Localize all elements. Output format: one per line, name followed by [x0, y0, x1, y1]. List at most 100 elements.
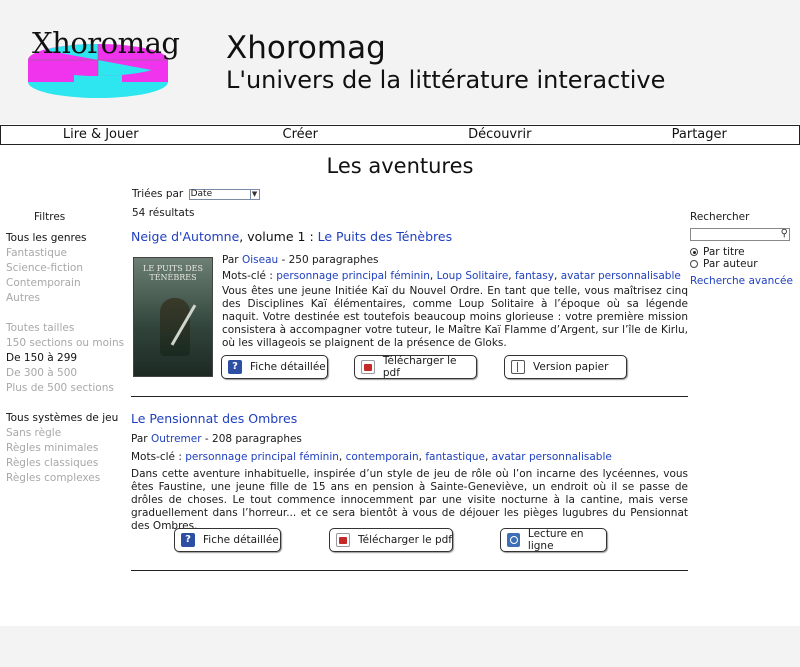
paragraph-count: - 250 paragraphes: [278, 254, 379, 266]
sort-control: Triées par Date ▼: [132, 188, 260, 200]
title-link[interactable]: Le Pensionnat des Ombres: [131, 411, 297, 426]
search-input[interactable]: ⚲: [690, 228, 790, 241]
nav-creer[interactable]: Créer: [201, 126, 401, 144]
result-divider: [131, 570, 688, 571]
search-title: Rechercher: [690, 211, 750, 223]
filter-system-classic[interactable]: Règles classiques: [6, 456, 118, 471]
filter-size-500-plus[interactable]: Plus de 500 sections: [6, 381, 124, 396]
cover-title: LE PUITS DES TÉNÈBRES: [143, 264, 203, 282]
by-label: Par: [222, 254, 242, 266]
pdf-icon: [336, 533, 350, 547]
author-line: Par Oiseau - 250 paragraphes: [222, 254, 379, 266]
filter-size-150-299[interactable]: De 150 à 299: [6, 351, 124, 366]
author-link[interactable]: Oiseau: [242, 254, 278, 266]
series-link[interactable]: Neige d'Automne: [131, 229, 239, 244]
book-cover[interactable]: LE PUITS DES TÉNÈBRES: [133, 257, 213, 377]
result-title: Neige d'Automne, volume 1 : Le Puits des…: [131, 229, 452, 244]
filter-size-300-500[interactable]: De 300 à 500: [6, 366, 124, 381]
info-icon: ?: [181, 533, 195, 547]
header: Xhoromag Xhoromag L'univers de la littér…: [0, 0, 800, 124]
filter-systems: Tous systèmes de jeu Sans règle Règles m…: [6, 411, 118, 486]
details-button-label: Fiche détaillée: [203, 534, 279, 546]
advanced-search-link[interactable]: Recherche avancée: [690, 275, 793, 287]
keyword-link[interactable]: fantastique: [425, 451, 485, 463]
filters-title: Filtres: [34, 211, 66, 223]
sort-selected-value: Date: [190, 188, 213, 199]
details-button[interactable]: ? Fiche détaillée: [174, 528, 281, 552]
page-title: Les aventures: [326, 154, 474, 178]
keyword-link[interactable]: Loup Solitaire: [437, 270, 509, 282]
book-icon: [511, 360, 525, 374]
search-icon[interactable]: ⚲: [781, 228, 788, 239]
info-icon: ?: [228, 360, 242, 374]
keywords-label: Mots-clé :: [131, 451, 186, 463]
filter-genres: Tous les genres Fantastique Science-fict…: [6, 231, 87, 306]
keywords-line: Mots-clé : personnage principal féminin,…: [222, 270, 681, 282]
nav-partager[interactable]: Partager: [600, 126, 800, 144]
paper-version-label: Version papier: [533, 361, 609, 373]
volume-label: , volume 1 :: [239, 229, 318, 244]
search-by-author-option[interactable]: Par auteur: [690, 258, 758, 270]
filter-size-150-or-less[interactable]: 150 sections ou moins: [6, 336, 124, 351]
filter-genre-all[interactable]: Tous les genres: [6, 231, 87, 246]
filter-system-none[interactable]: Sans règle: [6, 426, 118, 441]
sort-label: Triées par: [132, 188, 184, 200]
keywords-line: Mots-clé : personnage principal féminin,…: [131, 451, 612, 463]
web-icon: [507, 533, 520, 547]
nav-decouvrir[interactable]: Découvrir: [400, 126, 600, 144]
result-title: Le Pensionnat des Ombres: [131, 411, 297, 426]
filter-sizes: Toutes tailles 150 sections ou moins De …: [6, 321, 124, 396]
filter-genre-autres[interactable]: Autres: [6, 291, 87, 306]
paper-version-button[interactable]: Version papier: [504, 355, 627, 379]
result-count: 54 résultats: [132, 207, 195, 219]
filter-genre-science-fiction[interactable]: Science-fiction: [6, 261, 87, 276]
footer: [0, 626, 800, 667]
keyword-link[interactable]: personnage principal féminin: [185, 451, 339, 463]
radio-by-title-label: Par titre: [703, 246, 745, 258]
keyword-link[interactable]: avatar personnalisable: [561, 270, 681, 282]
result-item: Le Pensionnat des Ombres Par Outremer - …: [131, 411, 689, 571]
download-pdf-label: Télécharger le pdf: [358, 534, 452, 546]
filter-genre-contemporain[interactable]: Contemporain: [6, 276, 87, 291]
keyword-link[interactable]: fantasy: [515, 270, 554, 282]
author-link[interactable]: Outremer: [151, 433, 202, 445]
filter-system-minimal[interactable]: Règles minimales: [6, 441, 118, 456]
author-line: Par Outremer - 208 paragraphes: [131, 433, 302, 445]
radio-by-author-label: Par auteur: [703, 258, 758, 270]
keyword-link[interactable]: personnage principal féminin: [276, 270, 430, 282]
search-by-title-option[interactable]: Par titre: [690, 246, 745, 258]
main-nav: Lire & Jouer Créer Découvrir Partager: [0, 125, 800, 145]
filter-size-all[interactable]: Toutes tailles: [6, 321, 124, 336]
download-pdf-label: Télécharger le pdf: [382, 355, 457, 379]
result-item: Neige d'Automne, volume 1 : Le Puits des…: [131, 229, 689, 399]
read-online-label: Lecture en ligne: [527, 528, 584, 552]
pdf-icon: [361, 360, 375, 374]
filter-genre-fantastique[interactable]: Fantastique: [6, 246, 87, 261]
result-description: Dans cette aventure inhabituelle, inspir…: [131, 468, 688, 532]
filter-system-complex[interactable]: Règles complexes: [6, 471, 118, 486]
cover-figure: [160, 298, 190, 356]
site-title: Xhoromag: [226, 30, 386, 66]
details-button[interactable]: ? Fiche détaillée: [221, 355, 328, 379]
keyword-link[interactable]: avatar personnalisable: [492, 451, 612, 463]
keywords-label: Mots-clé :: [222, 270, 277, 282]
title-link[interactable]: Le Puits des Ténèbres: [318, 229, 452, 244]
keyword-link[interactable]: contemporain: [346, 451, 419, 463]
paragraph-count: - 208 paragraphes: [201, 433, 302, 445]
nav-lire-jouer[interactable]: Lire & Jouer: [1, 126, 201, 144]
site-subtitle: L'univers de la littérature interactive: [226, 66, 666, 94]
result-divider: [131, 396, 688, 397]
by-label: Par: [131, 433, 151, 445]
details-button-label: Fiche détaillée: [250, 361, 326, 373]
logo-text: Xhoromag: [32, 26, 180, 60]
filter-system-all[interactable]: Tous systèmes de jeu: [6, 411, 118, 426]
chevron-down-icon: ▼: [249, 189, 259, 199]
download-pdf-button[interactable]: Télécharger le pdf: [329, 528, 453, 552]
radio-by-title[interactable]: [690, 248, 698, 256]
sort-select[interactable]: Date ▼: [188, 188, 260, 200]
result-description: Vous êtes une jeune Initiée Kaï du Nouve…: [222, 285, 688, 349]
read-online-button[interactable]: Lecture en ligne: [500, 528, 607, 552]
download-pdf-button[interactable]: Télécharger le pdf: [354, 355, 477, 379]
site-logo[interactable]: Xhoromag: [24, 24, 184, 104]
radio-by-author[interactable]: [690, 260, 698, 268]
